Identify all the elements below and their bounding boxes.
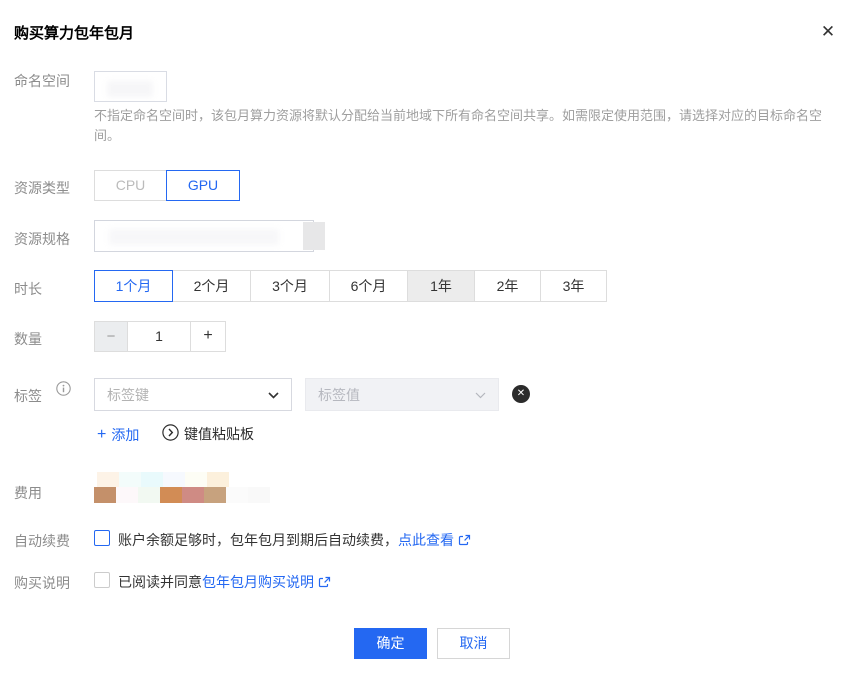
plus-icon: + xyxy=(97,426,107,443)
close-icon[interactable]: ✕ xyxy=(817,21,839,43)
resource-type-option-gpu[interactable]: GPU xyxy=(166,170,240,201)
tag-value-placeholder: 标签值 xyxy=(318,386,360,403)
add-tag-label: 添加 xyxy=(111,427,140,443)
duration-label: 时长 xyxy=(14,281,42,297)
namespace-select[interactable] xyxy=(94,71,167,102)
namespace-label: 命名空间 xyxy=(14,73,70,89)
resource-type-label: 资源类型 xyxy=(14,180,70,196)
purchase-note-label: 购买说明 xyxy=(14,575,70,591)
redacted-cost-value xyxy=(94,472,270,503)
resource-type-option-cpu[interactable]: CPU xyxy=(94,170,167,201)
quantity-minus-button[interactable]: − xyxy=(94,321,128,352)
external-link-icon xyxy=(458,534,471,547)
namespace-help-text: 不指定命名空间时，该包月算力资源将默认分配给当前地域下所有命名空间共享。如需限定… xyxy=(94,108,823,143)
circle-chevron-icon xyxy=(162,424,179,444)
quantity-label: 数量 xyxy=(14,331,42,347)
tags-label: 标签 xyxy=(14,388,42,404)
resource-spec-label: 资源规格 xyxy=(14,231,70,247)
auto-renew-text: 账户余额足够时，包年包月到期后自动续费， 点此查看 xyxy=(118,530,471,550)
duration-option-1year[interactable]: 1年 xyxy=(407,270,475,302)
chevron-down-icon xyxy=(475,386,486,404)
purchase-note-link[interactable]: 包年包月购买说明 xyxy=(202,572,314,592)
resource-spec-select[interactable] xyxy=(94,220,314,252)
external-link-icon xyxy=(318,576,331,589)
purchase-dialog: 购买算力包年包月 ✕ 命名空间 不指定命名空间时，该包月算力资源将默认分配给当前… xyxy=(0,0,850,680)
info-icon[interactable] xyxy=(56,381,71,396)
cost-label: 费用 xyxy=(14,485,42,501)
duration-option-3month[interactable]: 3个月 xyxy=(250,270,330,302)
pasteboard-label: 键值粘贴板 xyxy=(184,426,254,442)
auto-renew-label: 自动续费 xyxy=(14,533,70,549)
redacted-namespace-value xyxy=(107,81,153,97)
duration-option-2month[interactable]: 2个月 xyxy=(172,270,251,302)
duration-option-3year[interactable]: 3年 xyxy=(540,270,607,302)
add-tag-button[interactable]: + 添加 xyxy=(97,425,139,445)
auto-renew-link[interactable]: 点此查看 xyxy=(398,530,454,550)
tag-value-select[interactable]: 标签值 xyxy=(305,378,499,411)
page-title: 购买算力包年包月 xyxy=(14,25,135,42)
duration-option-2year[interactable]: 2年 xyxy=(474,270,541,302)
purchase-note-text: 已阅读并同意 包年包月购买说明 xyxy=(118,572,331,592)
duration-option-1month[interactable]: 1个月 xyxy=(94,270,173,302)
cancel-button[interactable]: 取消 xyxy=(437,628,510,659)
quantity-plus-button[interactable]: + xyxy=(190,321,226,352)
redacted-spec-value xyxy=(109,229,279,245)
auto-renew-description: 账户余额足够时，包年包月到期后自动续费， xyxy=(118,532,398,548)
tag-key-select[interactable]: 标签键 xyxy=(94,378,292,411)
redacted-spec-block xyxy=(303,222,325,250)
chevron-down-icon xyxy=(268,386,279,404)
confirm-button[interactable]: 确定 xyxy=(354,628,427,659)
auto-renew-checkbox[interactable] xyxy=(94,530,110,546)
quantity-input[interactable]: 1 xyxy=(127,321,191,352)
purchase-note-checkbox[interactable] xyxy=(94,572,110,588)
duration-option-6month[interactable]: 6个月 xyxy=(329,270,408,302)
purchase-note-description: 已阅读并同意 xyxy=(118,574,202,590)
tag-delete-button[interactable]: ✕ xyxy=(512,385,530,403)
tag-key-placeholder: 标签键 xyxy=(107,386,149,403)
key-value-pasteboard-button[interactable]: 键值粘贴板 xyxy=(162,424,254,444)
